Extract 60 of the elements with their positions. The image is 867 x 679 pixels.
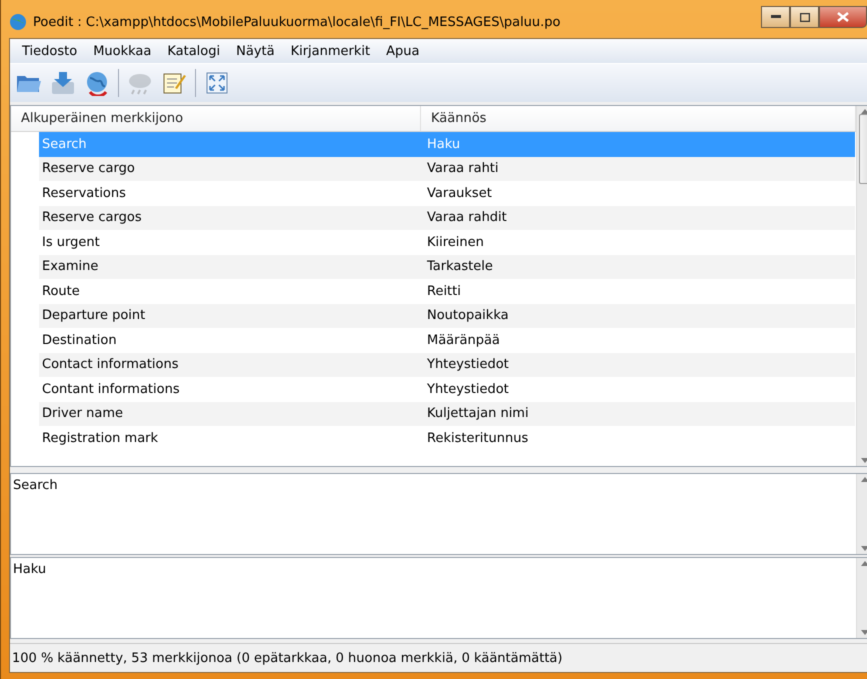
table-row[interactable]: Contact informations Yhteystiedot [39,352,855,377]
menu-item[interactable]: Näytä [228,44,283,58]
scroll-up-icon[interactable] [861,477,867,482]
table-row[interactable]: Reserve cargos Varaa rahdit [39,206,855,230]
source-text: Reserve cargo [42,161,135,176]
source-text: Examine [42,259,98,274]
translation-text: Varaa rahdit [427,210,507,226]
translation-text: Määränpää [427,332,500,348]
source-text: Contant informations [42,382,180,397]
menu-item[interactable]: Tiedosto [14,44,86,58]
fullscreen-icon[interactable] [206,72,228,94]
translation-text: Haku [427,136,460,152]
table-row[interactable]: Departure point Noutopaikka [39,304,855,328]
translation-field[interactable]: Haku [10,557,867,639]
translation-text: Haku [13,562,46,577]
translation-text: Yhteystiedot [427,382,509,397]
globe-icon [9,13,27,31]
menu-item[interactable]: Katalogi [159,44,228,58]
translation-text: Varaa rahti [427,161,499,176]
translation-text: Tarkastele [427,259,493,274]
download-icon[interactable] [50,70,76,96]
source-text: Destination [42,332,117,348]
menu-item[interactable]: Kirjanmerkit [282,44,378,58]
table-row[interactable]: Reserve cargo Varaa rahti [39,156,855,181]
source-text: Search [42,136,87,152]
globe-icon[interactable] [84,70,110,96]
translation-text: Varaukset [427,186,492,201]
source-text: Reserve cargos [42,210,142,226]
minimize-button[interactable] [761,6,790,28]
source-text: Contact informations [42,357,179,372]
source-text: Route [42,284,80,299]
source-text: Search [13,478,58,493]
close-button[interactable] [819,6,867,28]
menu-item[interactable]: Muokkaa [85,44,160,58]
column-header[interactable]: Alkuperäinen merkkijono [11,106,421,131]
source-text: Reservations [42,186,126,201]
menu-item[interactable]: Apua [378,44,428,58]
translation-text: Noutopaikka [427,308,509,324]
translation-text: Yhteystiedot [427,357,509,372]
source-text: Is urgent [42,234,100,250]
minimize-icon [770,15,780,19]
status-text: 100 % käännetty, 53 merkkijonoa (0 epätarkkaa, 0 huonoa merkkiä, 0 kääntämättä) [12,650,562,666]
source-text: Driver name [42,406,124,422]
translation-text: Rekisteritunnus [427,430,528,446]
translation-text: Reitti [427,284,461,299]
notepad-icon[interactable] [162,71,186,95]
window-title: Poedit : C:\xampp\htdocs\MobilePaluukuorma\locale\fi_FI\LC_MESSAGES\paluu.po [33,14,562,30]
translation-text: Kuljettajan nimi [427,406,529,422]
maximize-button[interactable] [790,6,819,28]
maximize-icon [800,12,810,22]
table-row[interactable]: Driver name Kuljettajan nimi [39,402,855,426]
translation-text: Kiireinen [427,234,484,250]
scroll-down-icon[interactable] [861,458,867,463]
scroll-up-icon[interactable] [861,561,867,566]
scroll-down-icon[interactable] [861,630,867,635]
source-text: Departure point [42,308,146,324]
scroll-down-icon[interactable] [861,546,867,551]
table-row[interactable]: Examine Tarkastele [39,254,855,279]
source-text: Registration mark [42,430,158,446]
close-icon [837,12,849,22]
